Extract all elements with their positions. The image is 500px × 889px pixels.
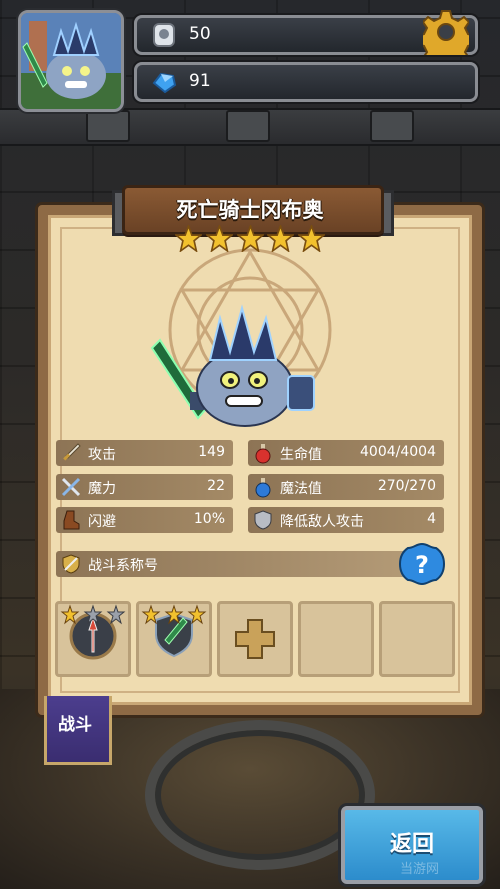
wall-block — [86, 110, 130, 142]
star-icon — [236, 225, 264, 252]
equipment-slot-add[interactable] — [217, 601, 293, 677]
hp-stat: 生命值 4004/4004 — [248, 440, 444, 466]
gem-icon — [152, 72, 177, 94]
combat-title-row[interactable]: 战斗系称号 — [56, 551, 406, 577]
death-knight-hero-portrait — [150, 304, 315, 427]
token-icon — [153, 23, 175, 47]
crossed-wands-icon — [61, 477, 81, 497]
plus-icon — [235, 619, 275, 659]
wall-block — [370, 110, 414, 142]
hp-label: 生命值 — [280, 447, 322, 463]
hero-name: 死亡骑士冈布奥 — [176, 198, 324, 222]
attack-value: 149 — [198, 444, 225, 460]
mp-stat: 魔法值 270/270 — [248, 474, 444, 500]
magic-power-stat: 魔力 22 — [56, 474, 233, 500]
red-potion-icon — [255, 444, 271, 464]
sword-shield-icon — [62, 554, 80, 574]
star-icon — [267, 225, 295, 252]
star-icon — [205, 225, 233, 252]
hero-avatar-icon — [21, 13, 121, 109]
token-count: 50 — [189, 24, 211, 44]
equipment-slot-4[interactable] — [298, 601, 374, 677]
hp-value: 4004/4004 — [360, 444, 436, 460]
hero-star-rating — [175, 225, 325, 255]
wall-block — [226, 110, 270, 142]
dodge-stat: 闪避 10% — [56, 507, 233, 533]
watermark: 当游网 — [400, 862, 440, 877]
combat-title-label: 战斗系称号 — [88, 558, 158, 574]
sword-icon — [63, 443, 81, 461]
boot-icon — [63, 510, 80, 530]
attack-label: 攻击 — [88, 447, 116, 463]
reduce-enemy-attack-label: 降低敌人攻击 — [280, 514, 364, 530]
settings-gear-icon[interactable] — [423, 9, 469, 55]
dodge-label: 闪避 — [88, 514, 116, 530]
mp-label: 魔法值 — [280, 481, 322, 497]
gem-count: 91 — [189, 71, 211, 91]
magic-power-label: 魔力 — [88, 481, 116, 497]
blue-potion-icon — [255, 478, 271, 498]
magic-power-value: 22 — [207, 478, 225, 494]
player-avatar[interactable] — [18, 10, 124, 112]
battle-tab-label: 战斗 — [58, 715, 92, 735]
equipment-slot-2[interactable] — [136, 601, 212, 677]
slot-2-stars — [141, 604, 207, 625]
help-question-icon[interactable]: ? — [398, 542, 446, 586]
mp-value: 270/270 — [377, 478, 436, 494]
slot-1-stars — [60, 604, 126, 625]
attack-stat: 攻击 149 — [56, 440, 233, 466]
equipment-slot-5[interactable] — [379, 601, 455, 677]
star-icon — [298, 225, 325, 252]
dodge-value: 10% — [193, 511, 225, 527]
gem-bar: 91 — [134, 62, 478, 102]
star-icon — [175, 225, 202, 252]
reduce-enemy-attack-stat: 降低敌人攻击 4 — [248, 507, 444, 533]
shield-icon — [254, 510, 272, 530]
equipment-slot-1[interactable] — [55, 601, 131, 677]
svg-text:?: ? — [415, 551, 429, 579]
reduce-enemy-attack-value: 4 — [427, 511, 436, 527]
